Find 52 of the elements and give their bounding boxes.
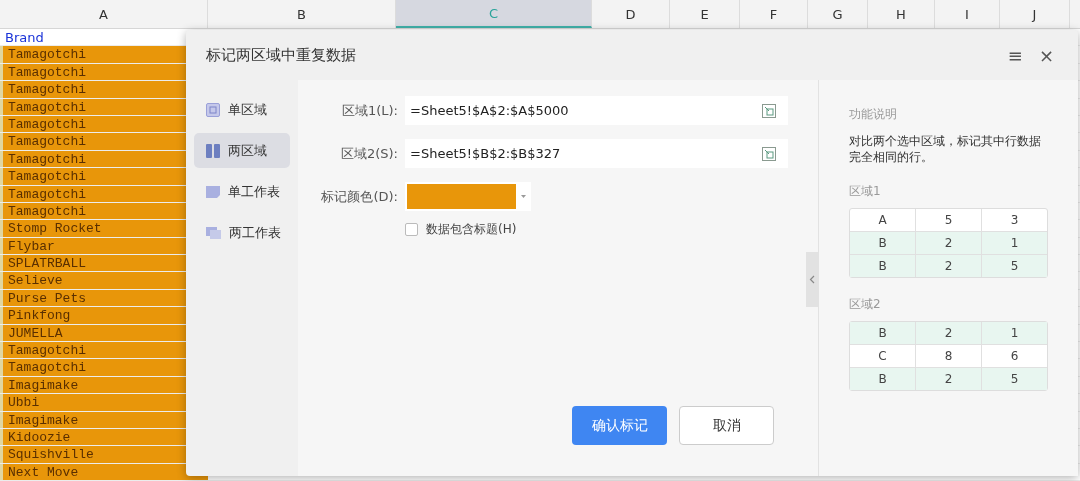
table-cell: B (850, 322, 916, 344)
range-field[interactable]: =Sheet5!$A$2:$A$5000 (405, 96, 788, 125)
field-label: 标记颜色(D): (320, 187, 399, 206)
help-title: 功能说明 (849, 106, 898, 123)
table-cell-text: 1 (1009, 235, 1020, 252)
two-columns-icon (206, 143, 220, 158)
column-header[interactable]: D (592, 0, 670, 28)
range-select-icon[interactable] (762, 103, 776, 118)
single-range-icon (206, 102, 220, 117)
column-header[interactable]: F (740, 0, 808, 28)
table-cell: B (850, 232, 916, 254)
close-button[interactable]: × (1034, 44, 1058, 66)
column-header[interactable]: H (868, 0, 935, 28)
column-header[interactable]: A (0, 0, 208, 28)
example-label: 区域1 (849, 183, 882, 200)
color-picker[interactable] (405, 182, 531, 211)
table-cell-text: 5 (1009, 258, 1020, 275)
table-cell: 2 (916, 232, 982, 254)
column-header[interactable]: G (808, 0, 868, 28)
checkbox-label: 数据包含标题(H) (426, 221, 517, 238)
dialog-title: 标记两区域中重复数据 (206, 45, 356, 65)
field-label: 区域1(L): (340, 101, 399, 120)
menu-button[interactable]: ≡ (1003, 44, 1027, 66)
table-cell-text: 6 (1009, 348, 1020, 365)
column-header[interactable]: J (1000, 0, 1070, 28)
table-cell: 2 (916, 255, 982, 277)
table-cell: 2 (916, 368, 982, 390)
checkbox[interactable] (405, 223, 418, 236)
table-cell: B (850, 368, 916, 390)
table-cell: 5 (916, 209, 982, 231)
column-header[interactable]: E (670, 0, 740, 28)
table-cell: 8 (916, 345, 982, 367)
confirm-button[interactable]: 确认标记 (572, 406, 667, 445)
caret-icon (521, 195, 526, 198)
table-cell-text: 3 (1009, 212, 1020, 229)
table-cell-text: 5 (1009, 371, 1020, 388)
column-header[interactable]: I (935, 0, 1000, 28)
table-cell-text: 1 (1009, 325, 1020, 342)
example-label: 区域2 (849, 296, 882, 313)
range-select-icon[interactable] (762, 146, 776, 161)
range-field[interactable]: =Sheet5!$B$2:$B$327 (405, 139, 788, 168)
nav-item[interactable]: 两区域 (194, 133, 290, 168)
cancel-button[interactable]: 取消 (679, 406, 774, 445)
sheet-icon (206, 184, 220, 199)
table-cell: B (850, 255, 916, 277)
field-label: 区域2(S): (339, 144, 399, 163)
table-cell: C (850, 345, 916, 367)
table-cell: 2 (916, 322, 982, 344)
table-cell: A (850, 209, 916, 231)
collapse-handle[interactable] (806, 252, 818, 307)
two-sheets-icon (206, 225, 221, 240)
help-text: 对比两个选中区域，标记其中行数据完全相同的行。 (849, 133, 1042, 165)
